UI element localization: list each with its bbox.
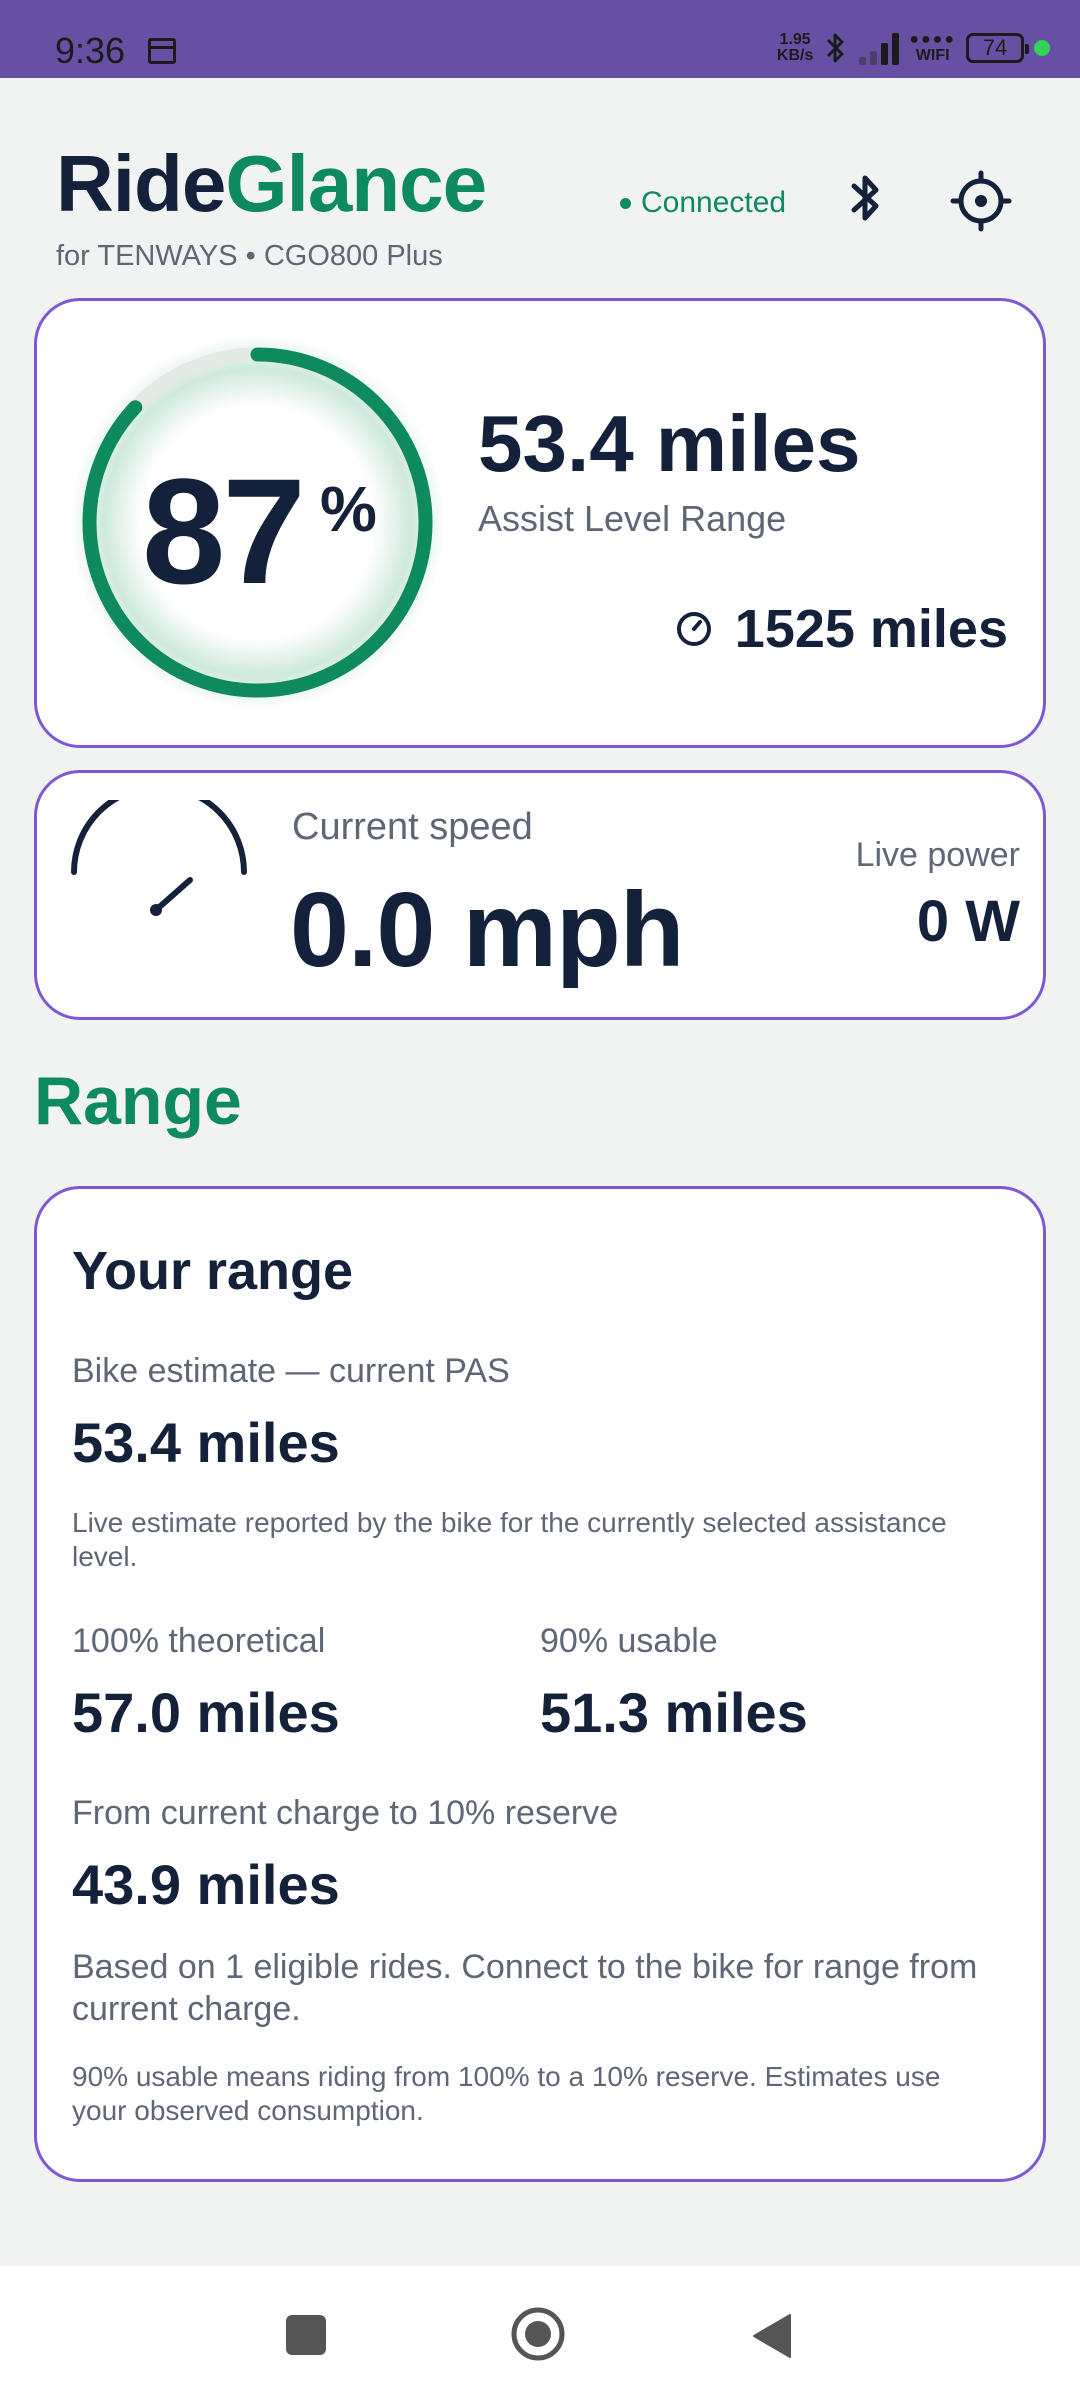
rides-note: Based on 1 eligible rides. Connect to th… <box>72 1948 978 2028</box>
cell-signal-icon <box>859 31 900 65</box>
odometer-value: 1525 miles <box>734 599 1008 659</box>
live-power-value: 0 W <box>916 889 1020 954</box>
home-button[interactable] <box>510 2306 566 2362</box>
connection-status-text: Connected <box>641 186 787 219</box>
odometer-icon <box>676 612 711 646</box>
network-speed: 1.95 KB/s <box>777 32 813 64</box>
bluetooth-status-icon <box>827 33 844 63</box>
app-subtitle: for TENWAYS • CGO800 Plus <box>56 240 443 272</box>
wifi-label: WIFI <box>915 47 950 64</box>
network-speed-unit: KB/s <box>776 47 814 64</box>
theoretical-range-value: 57.0 miles <box>72 1681 340 1744</box>
range-section-title: Range <box>34 1063 242 1139</box>
settings-button[interactable] <box>950 170 1012 232</box>
recents-button[interactable] <box>286 2315 326 2355</box>
theoretical-range-label: 100% theoretical <box>72 1622 326 1660</box>
battery-percent-symbol: % <box>320 473 377 545</box>
network-speed-value: 1.95 <box>779 31 811 48</box>
app-title: RideGlance <box>56 138 487 230</box>
current-speed-label: Current speed <box>292 806 533 848</box>
connection-dot-icon <box>620 197 631 209</box>
status-icons: 1.95 KB/s ●●●● WIFI 74 <box>777 28 1050 68</box>
reserve-range-label: From current charge to 10% reserve <box>72 1794 619 1832</box>
bike-estimate-label: Bike estimate — current PAS <box>72 1352 510 1390</box>
status-bar: 9:36 1.95 KB/s ●●●● WIFI 74 <box>0 0 1080 78</box>
assist-range-label: Assist Level Range <box>478 498 787 539</box>
usable-footer-note: 90% usable means riding from 100% to a 1… <box>72 2061 941 2126</box>
battery-status-icon: 74 <box>966 33 1029 63</box>
bike-estimate-note: Live estimate reported by the bike for t… <box>72 1507 947 1572</box>
bike-estimate-value: 53.4 miles <box>72 1411 340 1474</box>
usable-range-value: 51.3 miles <box>540 1681 808 1744</box>
connection-status: Connected <box>620 186 786 220</box>
current-speed-value: 0.0 mph <box>290 871 685 989</box>
battery-level: 74 <box>982 35 1008 60</box>
privacy-indicator-icon <box>1034 40 1050 56</box>
app-title-part2: Glance <box>225 139 487 228</box>
calendar-icon <box>148 38 176 64</box>
live-power-label: Live power <box>855 836 1020 874</box>
back-button[interactable] <box>752 2313 792 2359</box>
status-time: 9:36 <box>55 30 126 71</box>
app-title-part1: Ride <box>56 139 226 228</box>
your-range-title: Your range <box>72 1241 354 1301</box>
reserve-range-value: 43.9 miles <box>72 1853 340 1916</box>
wifi-icon: ●●●● WIFI <box>909 31 956 64</box>
battery-percent: 87 <box>142 447 306 615</box>
assist-range-value: 53.4 miles <box>478 399 861 488</box>
usable-range-label: 90% usable <box>540 1622 718 1660</box>
speedometer-icon <box>71 800 247 916</box>
bluetooth-button[interactable] <box>848 168 884 228</box>
odometer: 1525 miles <box>675 598 1008 660</box>
